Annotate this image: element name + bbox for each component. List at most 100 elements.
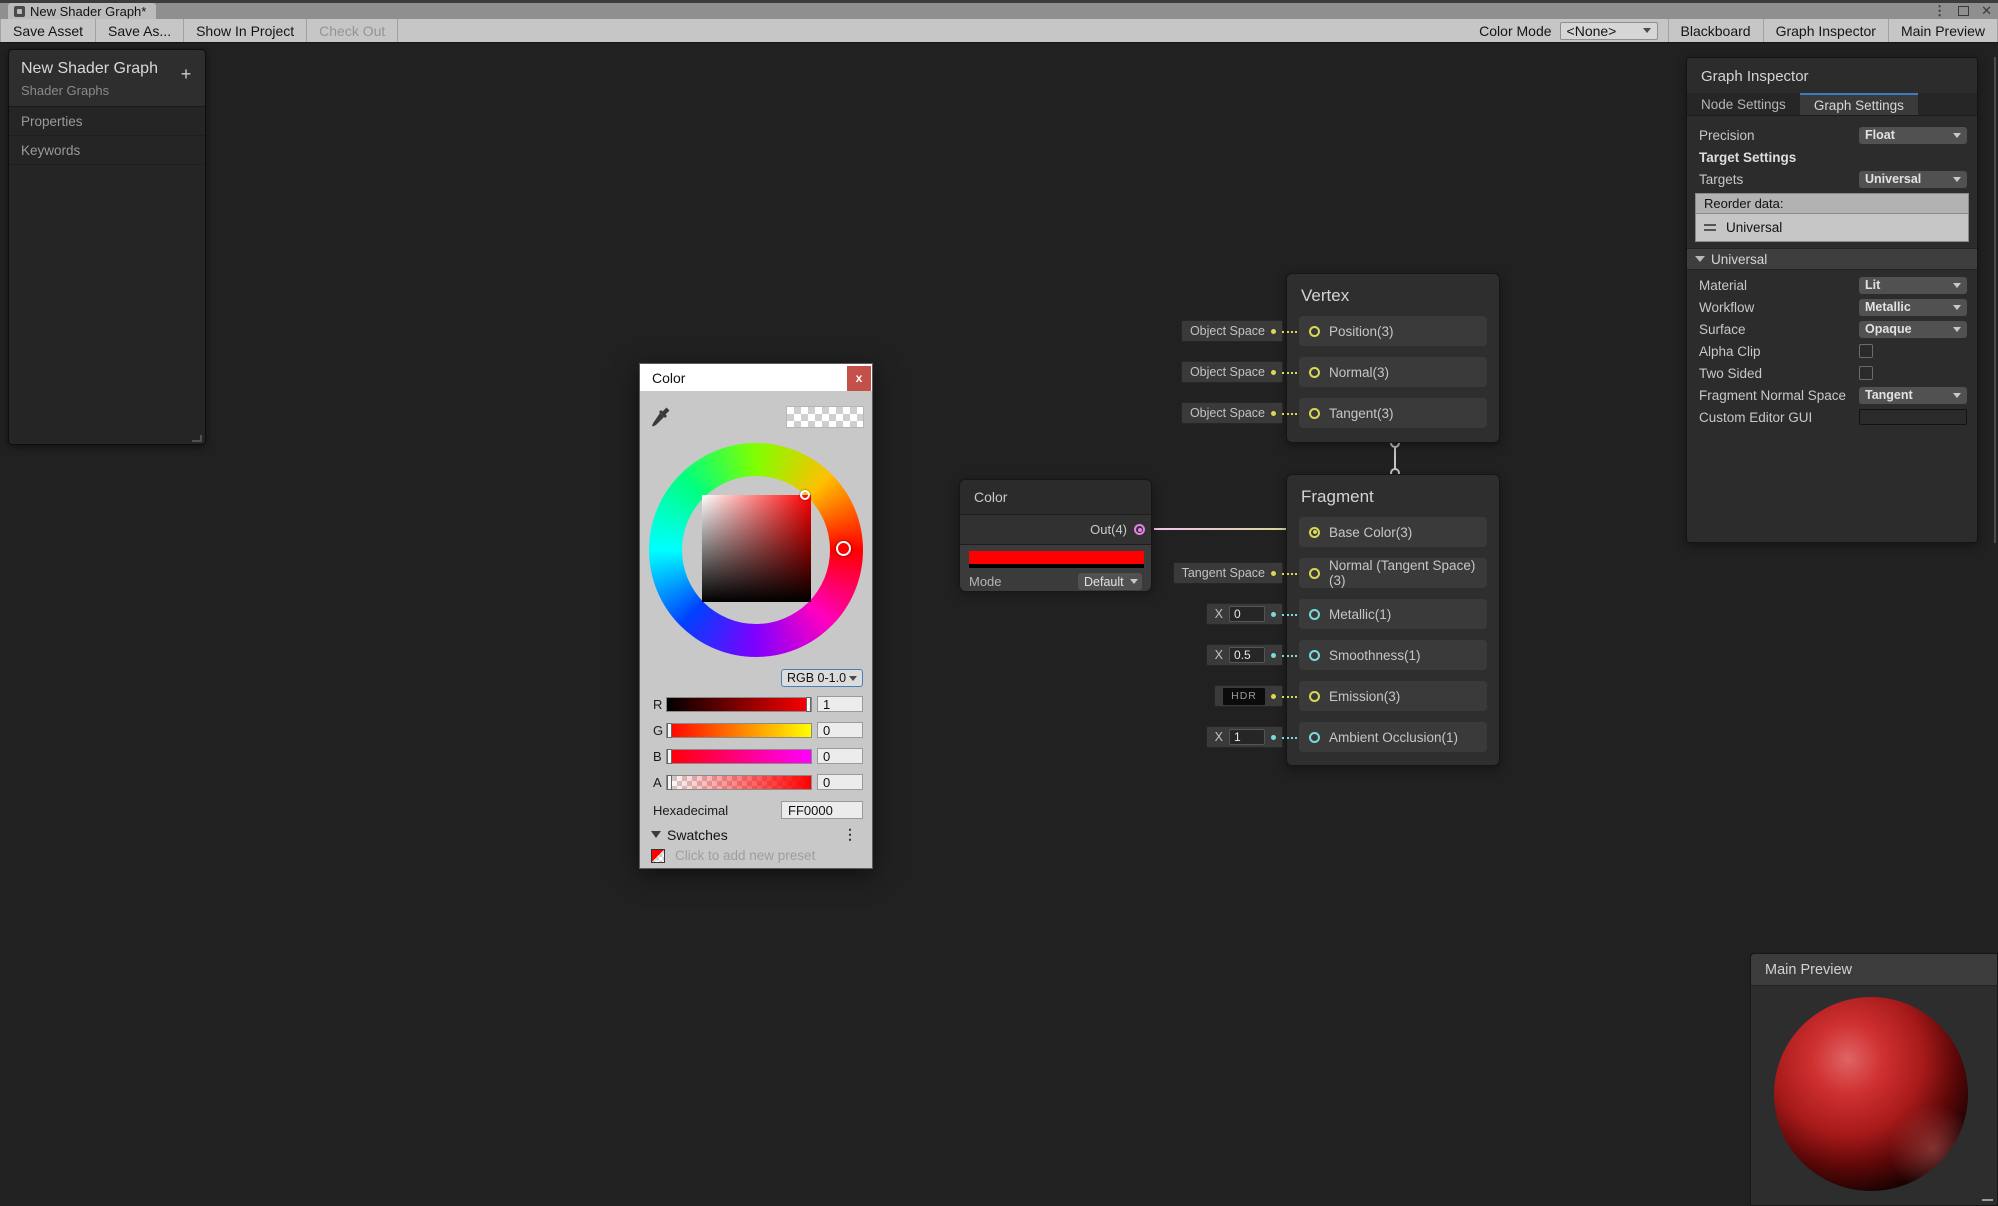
alpha-value-field[interactable]: 0	[817, 774, 863, 790]
save-asset-button[interactable]: Save Asset	[0, 19, 96, 42]
metallic-value-chip[interactable]: X 0	[1206, 603, 1283, 625]
main-preview-toggle-button[interactable]: Main Preview	[1889, 19, 1998, 42]
green-value-field[interactable]: 0	[817, 722, 863, 738]
save-as-button[interactable]: Save As...	[96, 19, 184, 42]
emission-port[interactable]	[1309, 691, 1320, 702]
eyedropper-icon[interactable]	[651, 406, 671, 430]
normal-space-chip[interactable]: Object Space	[1181, 361, 1283, 383]
alpha-slider-handle[interactable]	[667, 775, 672, 790]
blue-slider[interactable]	[666, 749, 812, 764]
swatches-menu-icon[interactable]: ⋮	[843, 826, 863, 843]
alpha-slider[interactable]	[666, 775, 812, 790]
red-slider-handle[interactable]	[806, 697, 811, 712]
color-mode-dropdown-rgb[interactable]: RGB 0-1.0	[781, 669, 863, 687]
custom-editor-gui-field[interactable]	[1859, 409, 1967, 425]
metallic-value-field[interactable]: 0	[1229, 606, 1265, 622]
hexadecimal-field[interactable]: FF0000	[781, 801, 863, 819]
add-property-button[interactable]: +	[177, 64, 195, 85]
add-preset-row[interactable]: Click to add new preset	[651, 848, 863, 863]
saturation-value-box[interactable]	[702, 495, 811, 602]
precision-dropdown[interactable]: Float	[1859, 127, 1967, 144]
foldout-triangle-icon[interactable]	[651, 831, 661, 838]
close-icon[interactable]: x	[847, 366, 871, 391]
green-slider-handle[interactable]	[667, 723, 672, 738]
smoothness-value-field[interactable]: 0.5	[1229, 647, 1265, 663]
fragment-row-normal[interactable]: Tangent Space Normal (Tangent Space)(3)	[1299, 558, 1487, 588]
normal-space-chip[interactable]: Tangent Space	[1173, 562, 1283, 584]
material-dropdown[interactable]: Lit	[1859, 277, 1967, 294]
target-settings-header: Target Settings	[1699, 150, 1967, 165]
fragment-row-emission[interactable]: HDR Emission(3)	[1299, 681, 1487, 711]
hdr-badge[interactable]: HDR	[1223, 688, 1265, 705]
two-sided-checkbox[interactable]	[1859, 366, 1873, 380]
chip-label: Object Space	[1190, 406, 1265, 420]
main-preview-header[interactable]: Main Preview	[1751, 954, 1997, 986]
hue-marker[interactable]	[836, 541, 851, 556]
color-node[interactable]: Color Out(4) Mode Default	[959, 479, 1152, 590]
fragment-row-base-color[interactable]: Base Color(3)	[1299, 517, 1487, 547]
ao-value-field[interactable]: 1	[1229, 729, 1265, 745]
red-slider[interactable]	[666, 697, 812, 712]
swatches-row: Swatches ⋮	[651, 826, 863, 843]
swatches-label[interactable]: Swatches	[667, 827, 843, 843]
fragment-row-ambient-occlusion[interactable]: X 1 Ambient Occlusion(1)	[1299, 722, 1487, 752]
maximize-icon[interactable]	[1958, 6, 1969, 16]
window-menu-icon[interactable]: ⋮	[1933, 3, 1946, 19]
blackboard-section-properties[interactable]: Properties	[9, 107, 205, 136]
color-node-swatch[interactable]	[969, 551, 1144, 564]
vertex-row-normal[interactable]: Object Space Normal(3)	[1299, 357, 1487, 387]
vertex-row-position[interactable]: Object Space Position(3)	[1299, 316, 1487, 346]
red-value-field[interactable]: 1	[817, 696, 863, 712]
alpha-clip-checkbox[interactable]	[1859, 344, 1873, 358]
blackboard-toggle-button[interactable]: Blackboard	[1668, 19, 1764, 42]
drag-handle-icon[interactable]	[1704, 224, 1716, 231]
saturation-value-marker[interactable]	[800, 490, 810, 500]
preview-sphere[interactable]	[1774, 997, 1968, 1191]
targets-dropdown[interactable]: Universal	[1859, 171, 1967, 188]
mode-dropdown[interactable]: Default	[1078, 573, 1142, 590]
tab-new-shader-graph[interactable]: New Shader Graph*	[8, 3, 156, 19]
inspector-scrollbar[interactable]	[1994, 57, 1996, 543]
green-slider[interactable]	[666, 723, 812, 738]
blackboard-resize-handle[interactable]	[192, 435, 202, 442]
alpha-clip-row: Alpha Clip	[1687, 340, 1977, 362]
chevron-down-icon	[1953, 133, 1961, 138]
chip-port-dot	[1271, 571, 1276, 576]
fragment-node[interactable]: Fragment Base Color(3) Tangent Space Nor…	[1286, 474, 1500, 766]
reorder-item-universal[interactable]: Universal	[1696, 214, 1968, 241]
surface-dropdown[interactable]: Opaque	[1859, 321, 1967, 338]
out-port[interactable]	[1134, 524, 1145, 535]
vertex-row-tangent[interactable]: Object Space Tangent(3)	[1299, 398, 1487, 428]
base-color-port[interactable]	[1309, 527, 1320, 538]
normal-port[interactable]	[1309, 568, 1320, 579]
main-preview-resize-handle[interactable]	[1982, 1199, 1993, 1201]
emission-hdr-chip[interactable]: HDR	[1214, 685, 1283, 707]
tab-node-settings[interactable]: Node Settings	[1687, 93, 1800, 115]
fragment-row-smoothness[interactable]: X 0.5 Smoothness(1)	[1299, 640, 1487, 670]
position-port[interactable]	[1309, 326, 1320, 337]
fragment-normal-space-dropdown[interactable]: Tangent	[1859, 387, 1967, 404]
universal-foldout[interactable]: Universal	[1687, 248, 1977, 270]
tab-graph-settings[interactable]: Graph Settings	[1800, 93, 1918, 115]
fragment-row-metallic[interactable]: X 0 Metallic(1)	[1299, 599, 1487, 629]
metallic-port[interactable]	[1309, 609, 1320, 620]
show-in-project-button[interactable]: Show In Project	[184, 19, 307, 42]
tangent-port[interactable]	[1309, 408, 1320, 419]
color-dialog-titlebar[interactable]: Color x	[640, 364, 872, 391]
position-space-chip[interactable]: Object Space	[1181, 320, 1283, 342]
smoothness-port[interactable]	[1309, 650, 1320, 661]
blue-value-field[interactable]: 0	[817, 748, 863, 764]
workflow-dropdown[interactable]: Metallic	[1859, 299, 1967, 316]
color-mode-dropdown[interactable]: <None>	[1560, 22, 1658, 40]
ambient-occlusion-port[interactable]	[1309, 732, 1320, 743]
smoothness-value-chip[interactable]: X 0.5	[1206, 644, 1283, 666]
blue-slider-handle[interactable]	[667, 749, 672, 764]
out-port-label: Out(4)	[1090, 522, 1127, 537]
close-icon[interactable]: ✕	[1981, 3, 1992, 19]
blackboard-section-keywords[interactable]: Keywords	[9, 136, 205, 165]
ao-value-chip[interactable]: X 1	[1206, 726, 1283, 748]
vertex-node[interactable]: Vertex Object Space Position(3) Object S…	[1286, 273, 1500, 443]
graph-inspector-toggle-button[interactable]: Graph Inspector	[1764, 19, 1889, 42]
tangent-space-chip[interactable]: Object Space	[1181, 402, 1283, 424]
normal-port[interactable]	[1309, 367, 1320, 378]
